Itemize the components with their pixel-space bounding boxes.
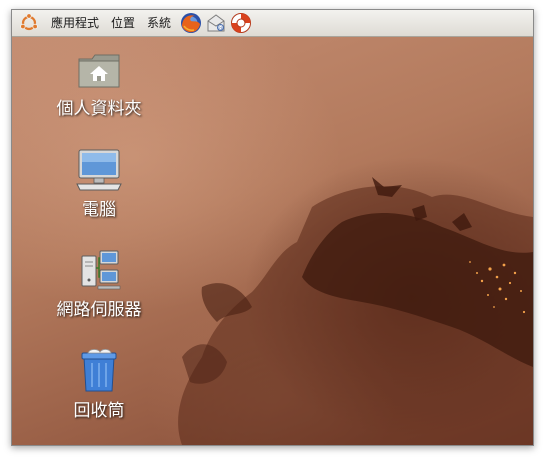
desktop-icon-label: 回收筒	[73, 401, 125, 421]
menu-places[interactable]: 位置	[105, 10, 141, 36]
desktop-icon-label: 網路伺服器	[56, 300, 142, 320]
desktop-icon-label: 電腦	[82, 200, 116, 220]
ubuntu-logo-icon[interactable]	[19, 13, 39, 33]
firefox-icon[interactable]	[180, 12, 202, 34]
desktop-icon-trash[interactable]: 回收筒	[39, 347, 159, 421]
desktop-icon-home[interactable]: 個人資料夾	[39, 51, 159, 119]
menu-applications[interactable]: 應用程式	[45, 10, 105, 36]
desktop-icon-label: 個人資料夾	[56, 99, 142, 119]
help-lifebuoy-icon[interactable]	[230, 12, 252, 34]
desktop-icon-network[interactable]: 網路伺服器	[39, 248, 159, 320]
network-servers-icon	[81, 250, 121, 290]
top-panel: 應用程式 位置 系統 @	[12, 10, 533, 37]
menu-system[interactable]: 系統	[141, 10, 177, 36]
trash-icon	[81, 349, 117, 392]
mail-icon[interactable]: @	[205, 12, 227, 34]
desktop-background: 個人資料夾 電腦 網路伺服器 回收筒	[12, 37, 533, 445]
computer-icon	[76, 149, 122, 191]
desktop-window: 應用程式 位置 系統 @ 個人資料夾 電腦 網路伺服器 回收筒	[11, 9, 534, 446]
svg-text:@: @	[218, 25, 223, 31]
home-folder-icon	[78, 54, 120, 88]
desktop-icon-computer[interactable]: 電腦	[39, 148, 159, 220]
